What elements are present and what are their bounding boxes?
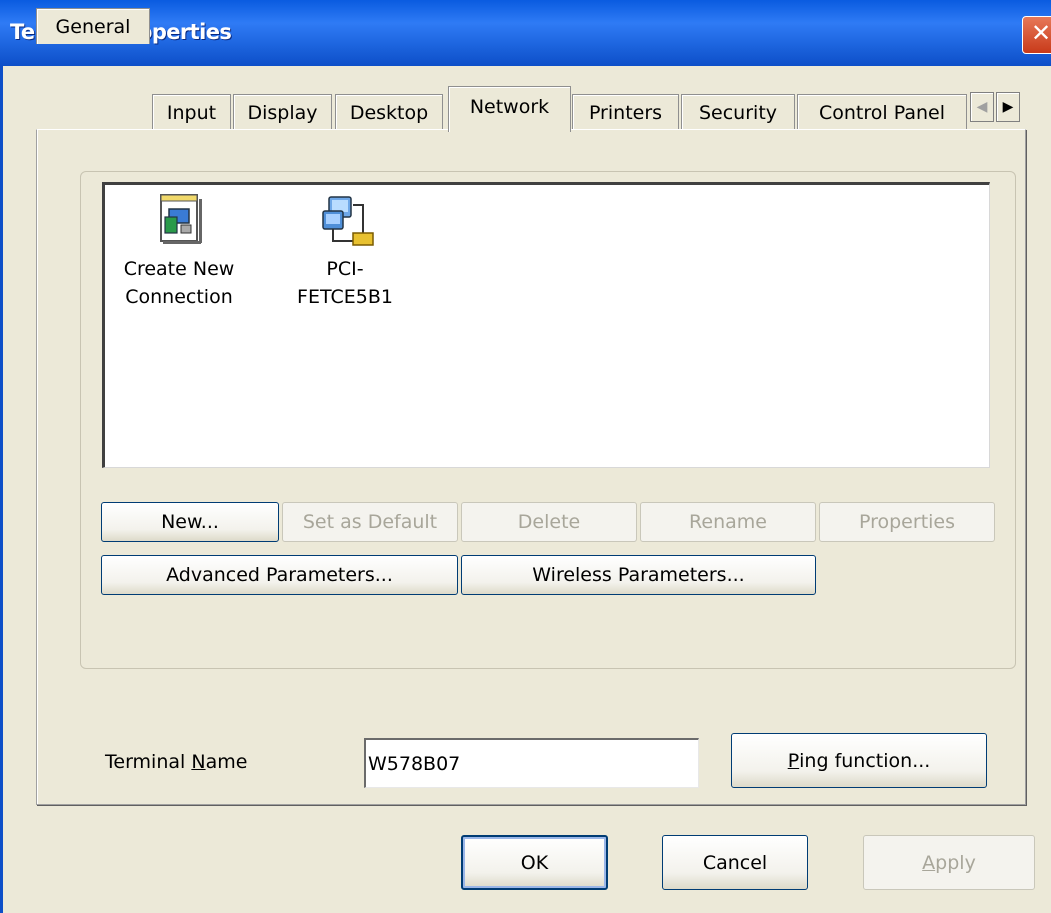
set-as-default-button[interactable]: Set as Default: [282, 502, 458, 542]
tab-network[interactable]: Network: [448, 86, 571, 132]
new-connection-button[interactable]: New...: [101, 502, 279, 542]
accelerator-key: N: [191, 751, 206, 773]
tab-label: Printers: [588, 102, 663, 124]
tab-input[interactable]: Input: [152, 94, 231, 130]
close-icon: ✕: [1031, 19, 1051, 47]
tab-display[interactable]: Display: [233, 94, 332, 130]
connections-list[interactable]: Create New Connection PCI- FETCE5B1: [102, 182, 990, 468]
advanced-parameters-button[interactable]: Advanced Parameters...: [101, 555, 458, 595]
rename-button[interactable]: Rename: [640, 502, 816, 542]
tab-label: Network: [469, 96, 550, 118]
button-label: ing function...: [799, 749, 931, 772]
tab-scroll-left-button[interactable]: ◀: [970, 92, 994, 122]
tab-printers[interactable]: Printers: [572, 94, 679, 130]
ok-button[interactable]: OK: [461, 835, 608, 890]
tab-label: Input: [166, 102, 217, 124]
connection-label: Create New Connection: [123, 258, 235, 308]
ping-function-button[interactable]: Ping function...: [731, 733, 987, 788]
window-border: [0, 66, 3, 913]
cancel-button[interactable]: Cancel: [662, 835, 808, 890]
label-text: ame: [205, 751, 248, 773]
tab-desktop[interactable]: Desktop: [335, 94, 443, 130]
tab-control-panel[interactable]: Control Panel: [797, 94, 967, 130]
tab-label: General: [55, 16, 131, 38]
tab-label: Display: [247, 102, 318, 124]
tab-security[interactable]: Security: [681, 94, 795, 130]
terminal-name-label: Terminal Name: [105, 751, 247, 773]
accelerator-key: P: [787, 749, 800, 772]
network-adapter-icon: [322, 196, 374, 246]
list-item-pci-fetce5b1[interactable]: PCI- FETCE5B1: [275, 191, 415, 311]
tab-label: Control Panel: [819, 102, 945, 124]
properties-button[interactable]: Properties: [819, 502, 995, 542]
tab-scroll-right-button[interactable]: ▶: [996, 92, 1020, 122]
chevron-left-icon: ◀: [976, 99, 988, 115]
tab-label: Security: [698, 102, 778, 124]
new-connection-icon: [160, 194, 202, 244]
button-label: pply: [935, 851, 976, 874]
wireless-parameters-button[interactable]: Wireless Parameters...: [461, 555, 816, 595]
chevron-right-icon: ▶: [1002, 99, 1014, 115]
close-button[interactable]: ✕: [1022, 16, 1051, 54]
delete-button[interactable]: Delete: [461, 502, 637, 542]
apply-button[interactable]: Apply: [863, 835, 1035, 890]
tab-general[interactable]: General: [36, 8, 150, 44]
connection-label: PCI- FETCE5B1: [297, 258, 393, 308]
label-text: Terminal: [105, 751, 192, 773]
tab-label: Desktop: [349, 102, 429, 124]
terminal-name-input[interactable]: [364, 738, 699, 788]
accelerator-key: A: [922, 851, 936, 874]
title-bar: Terminal Properties ✕: [0, 0, 1051, 66]
list-item-create-new-connection[interactable]: Create New Connection: [109, 191, 249, 311]
